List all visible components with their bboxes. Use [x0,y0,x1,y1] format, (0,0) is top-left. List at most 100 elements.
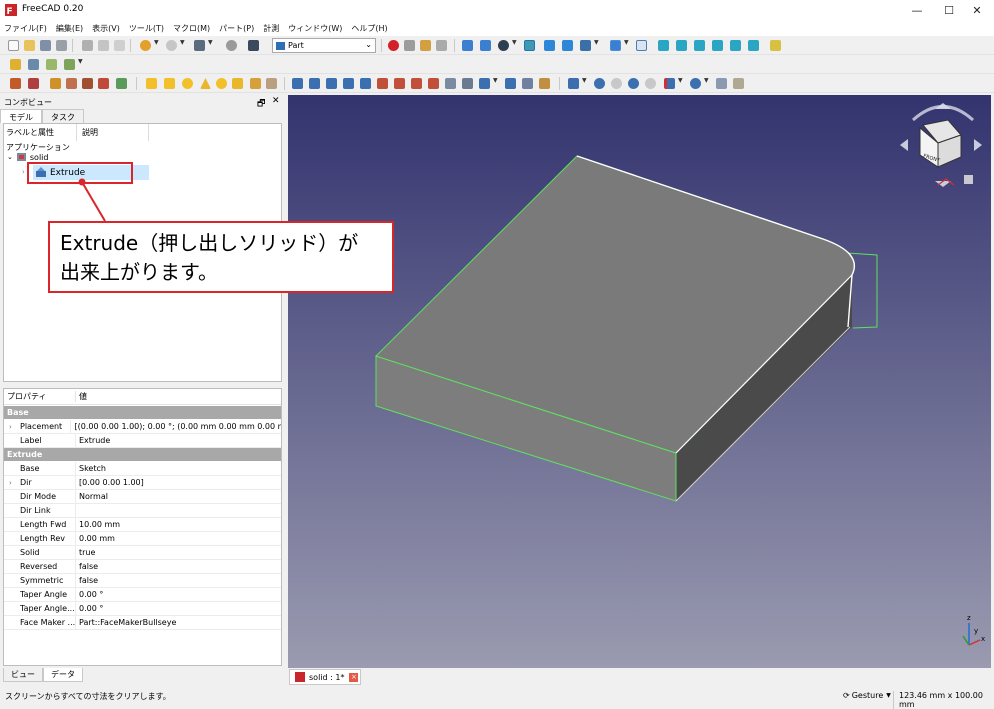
right-view-icon[interactable] [694,40,705,51]
tab-data-props[interactable]: データ [43,668,83,682]
property-value[interactable]: Sketch [76,464,106,473]
create-group-icon[interactable] [28,59,39,70]
menu-macro[interactable]: マクロ(M) [173,23,210,34]
save-as-icon[interactable] [56,40,67,51]
property-value[interactable]: 0.00 mm [76,534,115,543]
property-value[interactable]: 0.00 ° [76,604,103,613]
tab-model[interactable]: モデル [0,109,42,123]
part-tool-6-icon[interactable] [98,78,109,89]
property-value[interactable]: Part::FaceMakerBullseye [76,618,176,627]
thickness-icon[interactable] [505,78,516,89]
expand-chevron-icon[interactable]: ⌄ [7,153,13,161]
shape-builder-icon[interactable] [266,78,277,89]
sweep-icon[interactable] [428,78,439,89]
boolean-icon[interactable] [594,78,605,89]
document-tab[interactable]: solid : 1* × [289,669,361,685]
property-row[interactable]: Length Rev 0.00 mm [4,532,281,546]
fit-selection-icon[interactable] [480,40,491,51]
property-row[interactable]: Face Maker ... Part::FaceMakerBullseye [4,616,281,630]
loft-icon[interactable] [411,78,422,89]
bounding-box-icon[interactable] [524,40,535,51]
workbench-selector[interactable]: Part ⌄ [272,38,376,53]
property-value[interactable]: Extrude [76,436,110,445]
property-row[interactable]: Label Extrude [4,434,281,448]
3d-viewport[interactable]: FRONT z x y [288,95,991,668]
property-row[interactable]: Symmetric false [4,574,281,588]
link-actions-icon[interactable] [64,59,75,70]
navigation-style-selector[interactable]: ⟳ Gesture ▼ [843,691,891,700]
property-value[interactable]: [0.00 0.00 1.00] [76,478,144,487]
paste-icon[interactable] [114,40,125,51]
cross-sections-icon[interactable] [462,78,473,89]
cut-icon[interactable] [82,40,93,51]
menu-file[interactable]: ファイル(F) [4,23,47,34]
menu-part[interactable]: パート(P) [219,23,254,34]
whats-this-icon[interactable] [248,40,259,51]
make-face-icon[interactable] [377,78,388,89]
compound-tools-icon[interactable] [568,78,579,89]
edit-macro-icon[interactable] [420,40,431,51]
expand-arrow-icon[interactable]: › [9,479,12,487]
part-tool-1-icon[interactable] [10,78,21,89]
run-macro-icon[interactable] [436,40,447,51]
record-macro-icon[interactable] [388,40,399,51]
recompute-icon[interactable] [226,40,237,51]
box-primitive-icon[interactable] [146,78,157,89]
tab-view-props[interactable]: ビュー [3,668,43,682]
part-tool-5-icon[interactable] [82,78,93,89]
property-group[interactable]: Extrude [4,448,281,461]
bottom-view-icon[interactable] [730,40,741,51]
cut-boolean-icon[interactable] [611,78,622,89]
left-view-icon[interactable] [748,40,759,51]
isometric-view-icon[interactable] [636,40,647,51]
section-icon[interactable] [445,78,456,89]
menu-tools[interactable]: ツール(T) [129,23,164,34]
copy-icon[interactable] [98,40,109,51]
rear-view-icon[interactable] [712,40,723,51]
property-row[interactable]: › Dir [0.00 0.00 1.00] [4,476,281,490]
stop-macro-icon[interactable] [404,40,415,51]
property-row[interactable]: Length Fwd 10.00 mm [4,518,281,532]
part-tool-3-icon[interactable] [50,78,61,89]
property-row[interactable]: Dir Link [4,504,281,518]
extrude-icon[interactable] [292,78,303,89]
mirror-icon[interactable] [326,78,337,89]
property-value[interactable]: true [76,548,95,557]
color-per-face-icon[interactable] [539,78,550,89]
revolve-icon[interactable] [309,78,320,89]
join-features-icon[interactable] [690,78,701,89]
projection-icon[interactable] [522,78,533,89]
primitives-icon[interactable] [250,78,261,89]
std-views-icon[interactable] [580,40,591,51]
open-file-icon[interactable] [24,40,35,51]
check-geometry-icon[interactable] [716,78,727,89]
property-value[interactable]: false [76,562,98,571]
refresh-icon[interactable] [194,40,205,51]
menu-measure[interactable]: 計測 [263,23,279,34]
property-value[interactable]: [(0.00 0.00 1.00); 0.00 °; (0.00 mm 0.00… [71,422,281,431]
close-document-icon[interactable]: × [349,672,359,682]
property-value[interactable]: 10.00 mm [76,520,120,529]
split-tools-icon[interactable] [664,78,675,89]
navigation-cube[interactable]: FRONT [900,103,982,187]
property-row[interactable]: Taper Angle... 0.00 ° [4,602,281,616]
top-view-icon[interactable] [676,40,687,51]
defeaturing-icon[interactable] [733,78,744,89]
ruled-surface-icon[interactable] [394,78,405,89]
chamfer-icon[interactable] [360,78,371,89]
draw-style-icon[interactable] [498,40,509,51]
offset-icon[interactable] [479,78,490,89]
minimize-button[interactable]: — [900,0,934,20]
cone-primitive-icon[interactable] [200,78,211,89]
fillet-icon[interactable] [343,78,354,89]
menu-edit[interactable]: 編集(E) [56,23,83,34]
part-tool-4-icon[interactable] [66,78,77,89]
part-tool-7-icon[interactable] [116,78,127,89]
fuse-icon[interactable] [628,78,639,89]
menu-window[interactable]: ウィンドウ(W) [288,23,342,34]
expand-arrow-icon[interactable]: › [9,423,12,431]
undo-icon[interactable] [140,40,151,51]
common-icon[interactable] [645,78,656,89]
close-window-button[interactable]: ✕ [960,0,994,20]
nav-forward-icon[interactable] [562,40,573,51]
